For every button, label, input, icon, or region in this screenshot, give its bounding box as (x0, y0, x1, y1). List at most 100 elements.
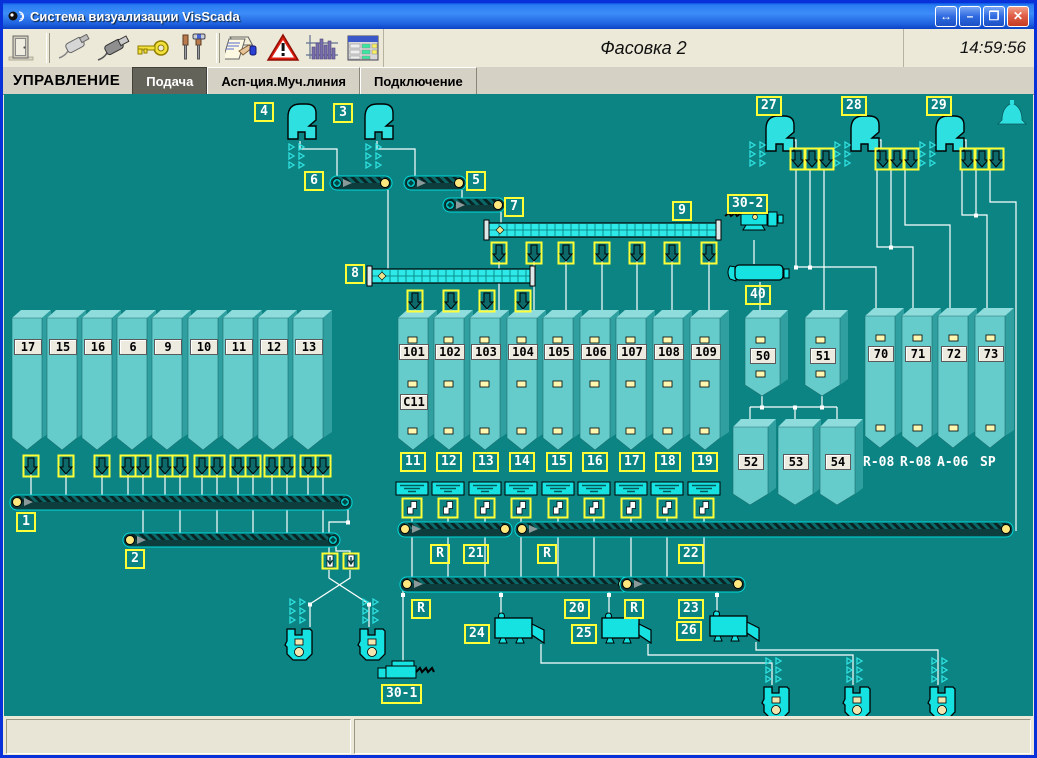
sifter-40[interactable] (727, 264, 790, 282)
silo-plate[interactable]: 11 (225, 339, 253, 355)
tag-15: 15 (546, 452, 572, 472)
trend-chart-icon (306, 35, 338, 60)
feeders-row[interactable] (395, 481, 721, 496)
maximize-button[interactable]: ❒ (983, 5, 1005, 27)
silo-plate[interactable]: 71 (905, 346, 931, 362)
belt-conveyor-1[interactable] (9, 494, 353, 511)
tag-17: 17 (619, 452, 645, 472)
silo-plate[interactable]: 106 (581, 344, 611, 360)
filter-29-icon[interactable] (935, 115, 965, 152)
silo-plate[interactable]: 108 (654, 344, 684, 360)
belt-conveyor-20[interactable] (399, 576, 631, 593)
tab-aspiration[interactable]: Асп-ция.Муч.линия (207, 67, 361, 94)
screw-conveyor-8[interactable] (366, 265, 536, 287)
tag-27: 27 (756, 96, 782, 116)
silo-plate[interactable]: 10 (190, 339, 218, 355)
silo-plate[interactable]: 101 (399, 344, 429, 360)
control-label: УПРАВЛЕНИЕ (13, 72, 121, 89)
trends-button[interactable] (303, 31, 343, 65)
status-bar (3, 716, 1034, 755)
silo-plate[interactable]: 9 (154, 339, 182, 355)
vibrator-icon (931, 657, 948, 683)
silo-plate[interactable]: 70 (868, 346, 894, 362)
belt-conveyor-6[interactable] (329, 175, 393, 191)
silo-plate-c11[interactable]: C11 (400, 394, 428, 410)
bin-plate[interactable]: 54 (825, 454, 851, 470)
silo-plate[interactable]: 72 (941, 346, 967, 362)
window-frame: Система визуализации VisScada ↔ – ❒ ✕ Фа… (3, 3, 1034, 755)
silo-plate[interactable]: 17 (14, 339, 42, 355)
bagging-head-icon[interactable] (842, 686, 871, 716)
bagging-head-icon[interactable] (357, 628, 386, 661)
belt-conveyor-5[interactable] (403, 175, 467, 191)
close-button[interactable]: ✕ (1007, 5, 1029, 27)
silo-plate[interactable]: 109 (691, 344, 721, 360)
exit-button[interactable] (3, 31, 43, 65)
tag-40: 40 (745, 285, 771, 305)
silo-plate[interactable]: 15 (49, 339, 77, 355)
minimize-button[interactable]: – (959, 5, 981, 27)
status-panel-right (354, 719, 1031, 754)
packer-24-icon[interactable] (494, 612, 545, 644)
silo-plate[interactable]: 102 (435, 344, 465, 360)
silo-plate[interactable]: 6 (119, 339, 147, 355)
clock: 14:59:56 (903, 29, 1034, 67)
screw-conveyor-9[interactable] (483, 219, 722, 241)
vibrator-icon (765, 657, 782, 683)
bin-plate[interactable]: 50 (750, 348, 776, 364)
values-table-button[interactable] (343, 31, 383, 65)
bagging-head-icon[interactable] (284, 628, 313, 661)
filter-28-icon[interactable] (850, 115, 880, 152)
bagging-head-icon[interactable] (927, 686, 956, 716)
status-panel-left (6, 719, 351, 754)
restore-button[interactable]: ↔ (935, 5, 957, 27)
diverter-gate-icon[interactable] (321, 552, 339, 570)
bin-plate[interactable]: 53 (783, 454, 809, 470)
belt-conveyor-7[interactable] (442, 197, 506, 213)
silo-plate[interactable]: 104 (508, 344, 538, 360)
belt-conveyor-22[interactable] (514, 521, 1014, 538)
silo-plate[interactable]: 16 (84, 339, 112, 355)
toolbar-separator (46, 33, 50, 63)
silo-plate[interactable]: 105 (544, 344, 574, 360)
connect-button[interactable] (93, 31, 133, 65)
filter-27-icon[interactable] (765, 115, 795, 152)
tag-8: 8 (345, 264, 365, 284)
silo-plate[interactable]: 107 (617, 344, 647, 360)
diverter-gate-icon[interactable] (342, 552, 360, 570)
disconnect-button[interactable] (53, 31, 93, 65)
tag-13: 13 (473, 452, 499, 472)
bin-plate[interactable]: 51 (810, 348, 836, 364)
settings-button[interactable] (173, 31, 213, 65)
screw-feeder-30-1[interactable] (377, 660, 435, 679)
tag-r: R (430, 544, 450, 564)
tab-podacha[interactable]: Подача (132, 67, 208, 94)
alarms-button[interactable] (263, 31, 303, 65)
filter-4-icon[interactable] (287, 103, 317, 140)
belt-conveyor-21[interactable] (397, 521, 513, 538)
access-key-button[interactable] (133, 31, 173, 65)
bin-plate[interactable]: 52 (738, 454, 764, 470)
rotary-valves-row[interactable] (401, 497, 715, 519)
silo-plate[interactable]: 73 (978, 346, 1004, 362)
silo-bank-left[interactable] (11, 309, 333, 451)
silo-plate[interactable]: 12 (260, 339, 288, 355)
bagging-head-icon[interactable] (761, 686, 790, 716)
tag-26: 26 (676, 621, 702, 641)
tag-2: 2 (125, 549, 145, 569)
packer-26-icon[interactable] (709, 610, 760, 642)
app-icon (8, 11, 25, 22)
belt-conveyor-2[interactable] (122, 532, 341, 548)
window-title: Система визуализации VisScada (30, 8, 240, 24)
silo-plate[interactable]: 13 (295, 339, 323, 355)
packing-silo-name: R-08 (900, 455, 932, 470)
filter-3-icon[interactable] (364, 103, 394, 140)
screw-feeder-30-2[interactable] (724, 211, 784, 231)
silo-plate[interactable]: 103 (471, 344, 501, 360)
alarm-bell-icon[interactable] (997, 99, 1027, 125)
tag-r: R (624, 599, 644, 619)
belt-conveyor-23[interactable] (619, 576, 746, 593)
tab-connection[interactable]: Подключение (360, 67, 477, 94)
title-bar: Система визуализации VisScada ↔ – ❒ ✕ (3, 3, 1034, 29)
report-button[interactable] (223, 31, 263, 65)
